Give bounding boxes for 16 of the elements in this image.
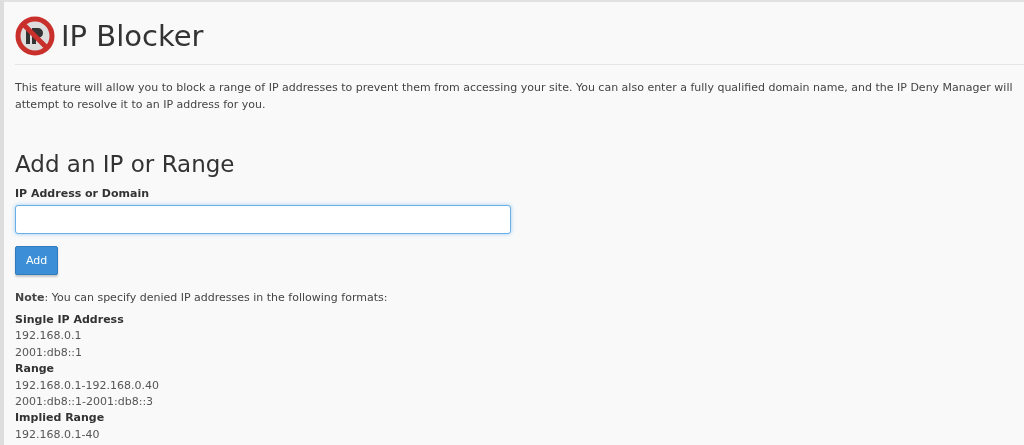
add-button[interactable]: Add <box>15 246 59 275</box>
format-example: 192.168.0.1-192.168.0.40 <box>15 377 160 394</box>
format-example: 2001:db8::1-2001:db8::3 <box>15 394 155 411</box>
ip-blocked-icon <box>15 16 55 56</box>
ip-address-field[interactable] <box>15 205 511 234</box>
format-example: 192.168.0.1 <box>15 328 83 345</box>
section-heading: Add an IP or Range <box>15 151 236 177</box>
format-example: 192.168.0.1-40 <box>15 426 101 443</box>
note-text: Note: You can specify denied IP addresses in the following formats: <box>15 290 389 306</box>
page-title: IP Blocker <box>61 19 204 53</box>
field-label: IP Address or Domain <box>15 187 151 200</box>
description-text: This feature will allow you to block a range of IP addresses to prevent them from accessing your site. You can also enter a fully qualified domain name, and the IP Deny Manager will attempt to resolve it to an IP address for you. <box>15 80 1014 113</box>
format-heading: Implied Range <box>15 410 106 427</box>
format-heading: Range <box>15 361 56 378</box>
format-example: 2001:db8::1 <box>15 344 84 361</box>
format-heading: Single IP Address <box>15 312 125 328</box>
